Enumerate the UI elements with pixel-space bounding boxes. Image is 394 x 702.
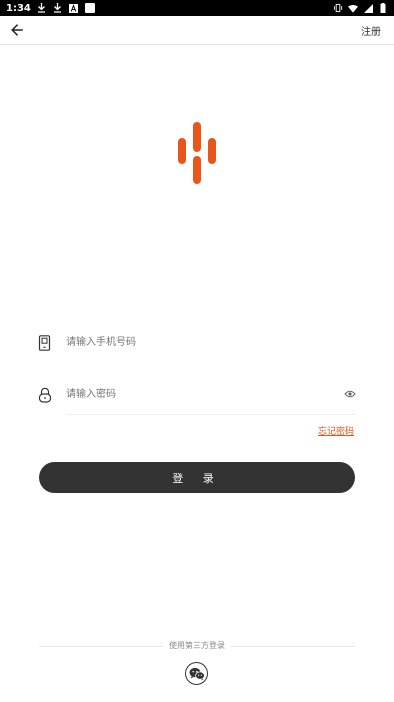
status-bar: 1:34: [0, 0, 394, 16]
logo-bar-left: [178, 138, 186, 164]
register-link[interactable]: 注册: [361, 23, 381, 38]
lock-icon: [38, 387, 52, 403]
signal-icon: [363, 3, 373, 13]
nav-bar: 注册: [0, 16, 394, 45]
download-icon: [53, 3, 63, 13]
wechat-icon: [189, 667, 205, 680]
phone-field-row: [38, 323, 356, 363]
third-party-divider: 使用第三方登录: [39, 640, 355, 654]
divider-line-right: [231, 646, 355, 647]
password-field-row: [38, 375, 356, 415]
phone-input[interactable]: [66, 331, 336, 353]
a-icon: [69, 3, 79, 13]
app-logo: [178, 122, 216, 184]
forgot-password-link[interactable]: 忘记密码: [318, 424, 354, 437]
logo-bar-bottom: [193, 156, 201, 184]
battery-icon: [378, 3, 388, 13]
logo-bar-right: [208, 138, 216, 164]
wechat-login-button[interactable]: [185, 662, 208, 685]
password-underline: [66, 414, 356, 415]
status-left: 1:34: [6, 3, 95, 14]
eye-icon[interactable]: [344, 389, 356, 399]
vibrate-icon: [333, 3, 343, 13]
arrow-left-icon: [11, 24, 23, 36]
download-icon: [37, 3, 47, 13]
login-button[interactable]: 登 录: [39, 462, 355, 493]
status-right: [333, 3, 388, 13]
status-time: 1:34: [6, 2, 31, 14]
phone-icon: [38, 335, 51, 351]
wifi-icon: [348, 3, 358, 13]
logo-bar-top: [193, 122, 201, 152]
square-icon: [84, 3, 95, 13]
back-button[interactable]: [9, 22, 25, 38]
password-input[interactable]: [66, 383, 336, 405]
